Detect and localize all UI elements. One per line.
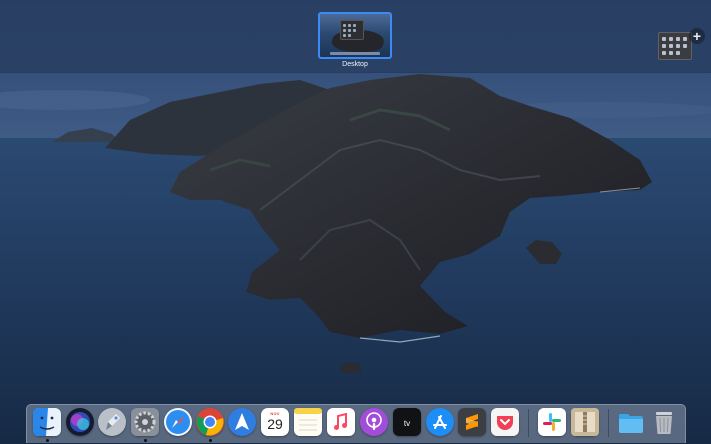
svg-text:tv: tv — [404, 419, 410, 428]
folder-icon — [619, 414, 643, 433]
dock-downloads-folder[interactable] — [617, 408, 645, 436]
dock-app-store[interactable] — [426, 408, 454, 436]
notes-icon — [294, 408, 322, 436]
tv-icon: tv — [393, 408, 421, 436]
podcasts-icon — [360, 408, 388, 436]
chrome-running-indicator — [209, 439, 212, 442]
dock-podcasts[interactable] — [360, 408, 388, 436]
trash-icon — [656, 412, 672, 434]
dock-sublime-text[interactable] — [458, 408, 486, 436]
dock-music[interactable] — [327, 408, 355, 436]
dock-launchpad[interactable] — [98, 408, 126, 436]
slack-icon — [538, 408, 566, 436]
dock-spark[interactable] — [228, 408, 256, 436]
dock-divider — [528, 409, 529, 437]
dock-pocket[interactable] — [491, 408, 519, 436]
chrome-icon — [196, 408, 224, 436]
dock-archive-utility[interactable] — [571, 408, 599, 436]
calendar-icon: NOV 29 — [261, 408, 289, 436]
sublime-icon — [458, 408, 486, 436]
dock-chrome[interactable] — [196, 408, 224, 436]
add-space-button[interactable]: + — [686, 16, 708, 56]
app-store-icon — [426, 408, 454, 436]
gear-icon — [131, 408, 159, 436]
music-icon — [327, 408, 355, 436]
dock-calendar[interactable]: NOV 29 — [261, 408, 289, 436]
calendar-day: 29 — [267, 416, 283, 432]
dock-divider — [608, 409, 609, 437]
dock-tv[interactable]: tv — [393, 408, 421, 436]
finder-icon — [33, 408, 61, 436]
dock-notes[interactable] — [294, 408, 322, 436]
dock-slack[interactable] — [538, 408, 566, 436]
safari-icon — [164, 408, 192, 436]
plus-icon: + — [689, 28, 705, 44]
thumbnail-dock — [330, 52, 380, 55]
dock-trash[interactable] — [650, 408, 678, 436]
space-desktop-label: Desktop — [342, 61, 368, 68]
finder-running-indicator — [46, 439, 49, 442]
pocket-icon — [491, 408, 519, 436]
paper-plane-icon — [228, 408, 256, 436]
system-preferences-running-indicator — [144, 439, 147, 442]
archive-icon — [571, 408, 599, 436]
thumbnail-window — [340, 20, 364, 40]
dock-safari[interactable] — [164, 408, 192, 436]
space-desktop-thumbnail[interactable] — [318, 12, 392, 59]
siri-icon — [66, 408, 94, 436]
dock-system-preferences[interactable] — [131, 408, 159, 436]
launchpad-icon — [98, 408, 126, 436]
dock-finder[interactable] — [33, 408, 61, 436]
dock-siri[interactable] — [66, 408, 94, 436]
